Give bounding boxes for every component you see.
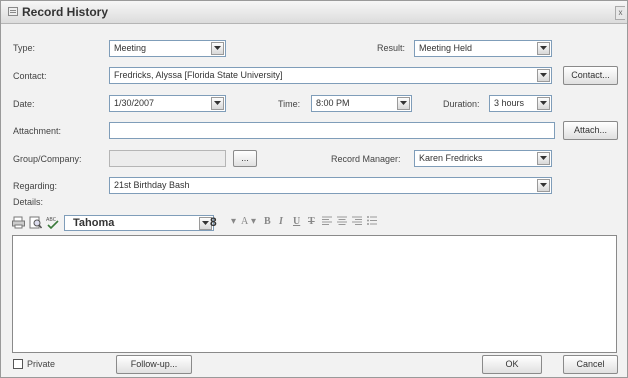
result-value: Meeting Held [419, 43, 473, 53]
print-icon[interactable] [12, 216, 25, 229]
time-value: 8:00 PM [316, 98, 350, 108]
regarding-value: 21st Birthday Bash [114, 180, 190, 190]
italic-icon[interactable]: I [279, 216, 283, 227]
attach-button-label: Attach... [573, 125, 608, 135]
private-checkbox[interactable] [13, 359, 23, 369]
font-color-dropdown-icon[interactable]: ▾ [251, 216, 256, 227]
private-label: Private [27, 359, 56, 369]
record-manager-value: Karen Fredricks [419, 153, 483, 163]
attachment-label: Attachment: [13, 126, 62, 136]
attach-button[interactable]: Attach... [563, 121, 618, 140]
strikethrough-icon[interactable]: T [308, 216, 315, 227]
follow-up-button[interactable]: Follow-up... [116, 355, 192, 374]
record-manager-dropdown[interactable]: Karen Fredricks [414, 150, 552, 167]
date-dropdown[interactable]: 1/30/2007 [109, 95, 226, 112]
contact-value: Fredricks, Alyssa [Florida State Univers… [114, 70, 283, 80]
group-company-field [109, 150, 226, 167]
follow-up-button-label: Follow-up... [130, 359, 178, 369]
font-color-icon[interactable]: A [241, 216, 248, 227]
bold-icon[interactable]: B [264, 216, 271, 227]
chevron-down-icon[interactable] [211, 42, 224, 55]
record-history-dialog: Record History x Type: Meeting Result: M… [0, 0, 628, 378]
dialog-title: Record History [22, 5, 109, 19]
formatting-toolbar: ABC Tahoma 8 ▾ A ▾ B I U T [12, 213, 452, 233]
chevron-down-icon[interactable] [537, 152, 550, 165]
cancel-button-label: Cancel [576, 359, 605, 369]
record-history-icon [8, 7, 18, 16]
font-size-value[interactable]: 8 [210, 215, 217, 229]
date-value: 1/30/2007 [114, 98, 155, 108]
time-label: Time: [278, 99, 301, 109]
font-name-value: Tahoma [73, 217, 115, 229]
time-dropdown[interactable]: 8:00 PM [311, 95, 412, 112]
chevron-down-icon[interactable] [397, 97, 410, 110]
duration-dropdown[interactable]: 3 hours [489, 95, 552, 112]
font-size-dropdown-arrow-icon[interactable]: ▾ [231, 216, 236, 227]
font-name-dropdown[interactable]: Tahoma [64, 215, 214, 231]
contact-button-label: Contact... [571, 70, 610, 80]
bullets-icon[interactable] [367, 216, 380, 229]
date-label: Date: [13, 99, 35, 109]
align-left-icon[interactable] [322, 216, 335, 229]
type-dropdown[interactable]: Meeting [109, 40, 226, 57]
regarding-label: Regarding: [13, 181, 58, 191]
result-label: Result: [377, 43, 406, 53]
svg-text:ABC: ABC [46, 217, 57, 223]
duration-value: 3 hours [494, 98, 525, 108]
details-label: Details: [13, 197, 44, 207]
chevron-down-icon[interactable] [537, 42, 550, 55]
chevron-down-icon[interactable] [537, 97, 550, 110]
type-label: Type: [13, 43, 36, 53]
ok-button-label: OK [505, 359, 519, 369]
type-value: Meeting [114, 43, 147, 53]
close-button[interactable]: x [615, 6, 625, 20]
contact-dropdown[interactable]: Fredricks, Alyssa [Florida State Univers… [109, 67, 552, 84]
chevron-down-icon[interactable] [211, 97, 224, 110]
spellcheck-icon[interactable]: ABC [46, 216, 59, 230]
attachment-field[interactable] [109, 122, 555, 139]
result-dropdown[interactable]: Meeting Held [414, 40, 552, 57]
align-center-icon[interactable] [337, 216, 350, 229]
chevron-down-icon[interactable] [537, 179, 550, 192]
chevron-down-icon[interactable] [537, 69, 550, 82]
group-company-browse-label: ... [241, 153, 249, 163]
contact-button[interactable]: Contact... [563, 66, 618, 85]
preview-icon[interactable] [29, 216, 43, 229]
cancel-button[interactable]: Cancel [563, 355, 618, 374]
ok-button[interactable]: OK [482, 355, 542, 374]
title-bar: Record History x [1, 1, 627, 24]
duration-label: Duration: [443, 99, 480, 109]
group-company-label: Group/Company: [13, 154, 82, 164]
regarding-dropdown[interactable]: 21st Birthday Bash [109, 177, 552, 194]
group-company-browse-button[interactable]: ... [233, 150, 257, 167]
record-manager-label: Record Manager: [331, 154, 401, 164]
details-editor[interactable] [12, 235, 617, 353]
underline-icon[interactable]: U [293, 216, 300, 227]
align-right-icon[interactable] [352, 216, 365, 229]
contact-label: Contact: [13, 71, 47, 81]
